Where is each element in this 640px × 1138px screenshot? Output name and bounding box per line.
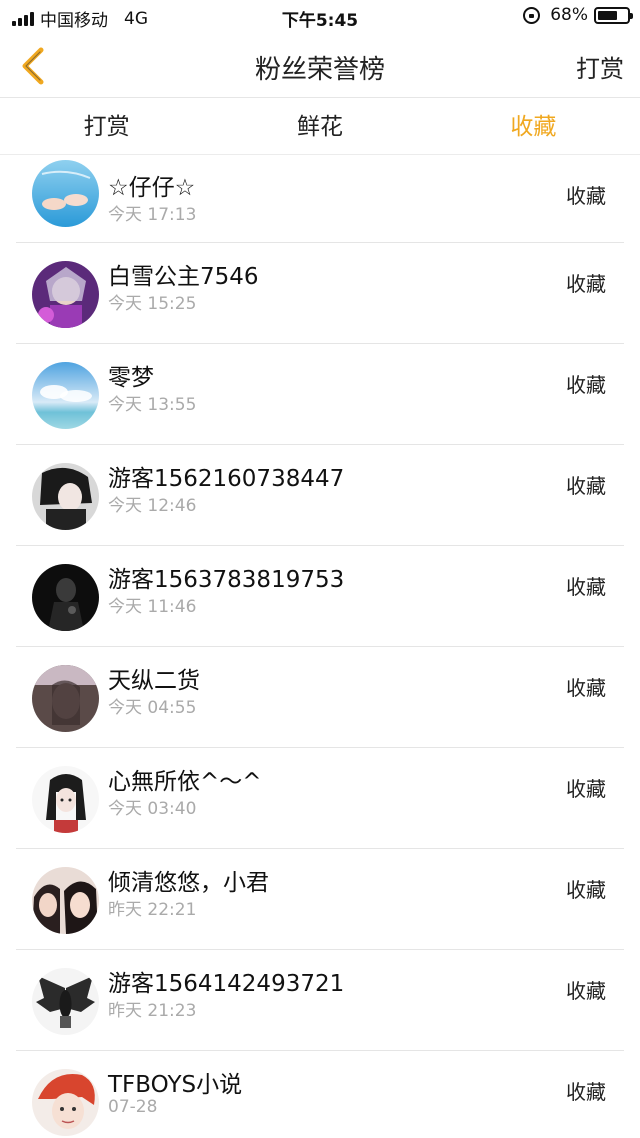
fan-action-label: 收藏 [566,575,606,599]
list-item[interactable]: ☆仔仔☆ 今天 17:13 收藏 [0,156,640,243]
fan-action-label: 收藏 [566,184,606,208]
battery-icon [594,6,633,24]
fan-name: 零梦 [108,365,154,391]
avatar [32,1069,99,1136]
fan-time: 昨天 22:21 [108,900,197,920]
list-item[interactable]: 天纵二货 今天 04:55 收藏 [0,647,640,748]
reward-button[interactable]: 打赏 [576,49,624,84]
fan-action-label: 收藏 [566,878,606,902]
fan-list: ☆仔仔☆ 今天 17:13 收藏 白雪公主7546 今天 15:25 收藏 零梦… [0,156,640,1138]
tab-favorites[interactable]: 收藏 [427,99,640,154]
fan-action-label: 收藏 [566,1080,606,1104]
fan-time: 今天 12:46 [108,496,197,516]
fan-action-label: 收藏 [566,676,606,700]
fan-name: 游客1563783819753 [108,567,345,593]
fan-time: 昨天 21:23 [108,1001,197,1021]
fan-time: 今天 13:55 [108,395,197,415]
page-title: 粉丝荣誉榜 [254,55,385,85]
fan-name: 白雪公主7546 [108,264,259,290]
status-right: 68% [523,5,633,25]
avatar [32,160,99,227]
status-bar: 中国移动 4G 下午5:45 68% [0,0,640,34]
list-item[interactable]: 心無所依^～^ 今天 03:40 收藏 [0,748,640,849]
fan-time: 今天 11:46 [108,597,197,617]
fan-time: 今天 04:55 [108,698,197,718]
avatar [32,968,99,1035]
avatar [32,463,99,530]
avatar [32,766,99,833]
list-item[interactable]: TFBOYS小说 07-28 收藏 [0,1051,640,1138]
fan-action-label: 收藏 [566,777,606,801]
avatar [32,665,99,732]
fan-time: 今天 17:13 [108,205,197,225]
avatar [32,261,99,328]
fan-name: 倾清悠悠，小君 [108,870,269,896]
avatar [32,362,99,429]
avatar [32,867,99,934]
fan-name: 游客1564142493721 [108,971,345,997]
tab-flowers[interactable]: 鲜花 [213,99,426,154]
list-item[interactable]: 零梦 今天 13:55 收藏 [0,344,640,445]
fan-name: ☆仔仔☆ [108,175,196,201]
tab-reward[interactable]: 打赏 [0,99,213,154]
fan-action-label: 收藏 [566,373,606,397]
fan-name: 心無所依^～^ [108,769,262,795]
nav-bar: 粉丝荣誉榜 打赏 [0,34,640,98]
fan-name: 游客1562160738447 [108,466,345,492]
fan-time: 今天 15:25 [108,294,197,314]
fan-action-label: 收藏 [566,272,606,296]
battery-percent: 68% [550,5,588,25]
list-item[interactable]: 倾清悠悠，小君 昨天 22:21 收藏 [0,849,640,950]
list-item[interactable]: 游客1562160738447 今天 12:46 收藏 [0,445,640,546]
fan-name: 天纵二货 [108,668,200,694]
fan-time: 07-28 [108,1097,158,1117]
fan-name: TFBOYS小说 [108,1072,243,1098]
battery-fill [598,10,618,20]
tab-bar: 打赏 鲜花 收藏 [0,99,640,155]
avatar [32,564,99,631]
fan-time: 今天 03:40 [108,799,197,819]
fan-action-label: 收藏 [566,979,606,1003]
list-item[interactable]: 白雪公主7546 今天 15:25 收藏 [0,243,640,344]
rotation-lock-icon [523,6,541,24]
list-item[interactable]: 游客1564142493721 昨天 21:23 收藏 [0,950,640,1051]
list-item[interactable]: 游客1563783819753 今天 11:46 收藏 [0,546,640,647]
fan-action-label: 收藏 [566,474,606,498]
